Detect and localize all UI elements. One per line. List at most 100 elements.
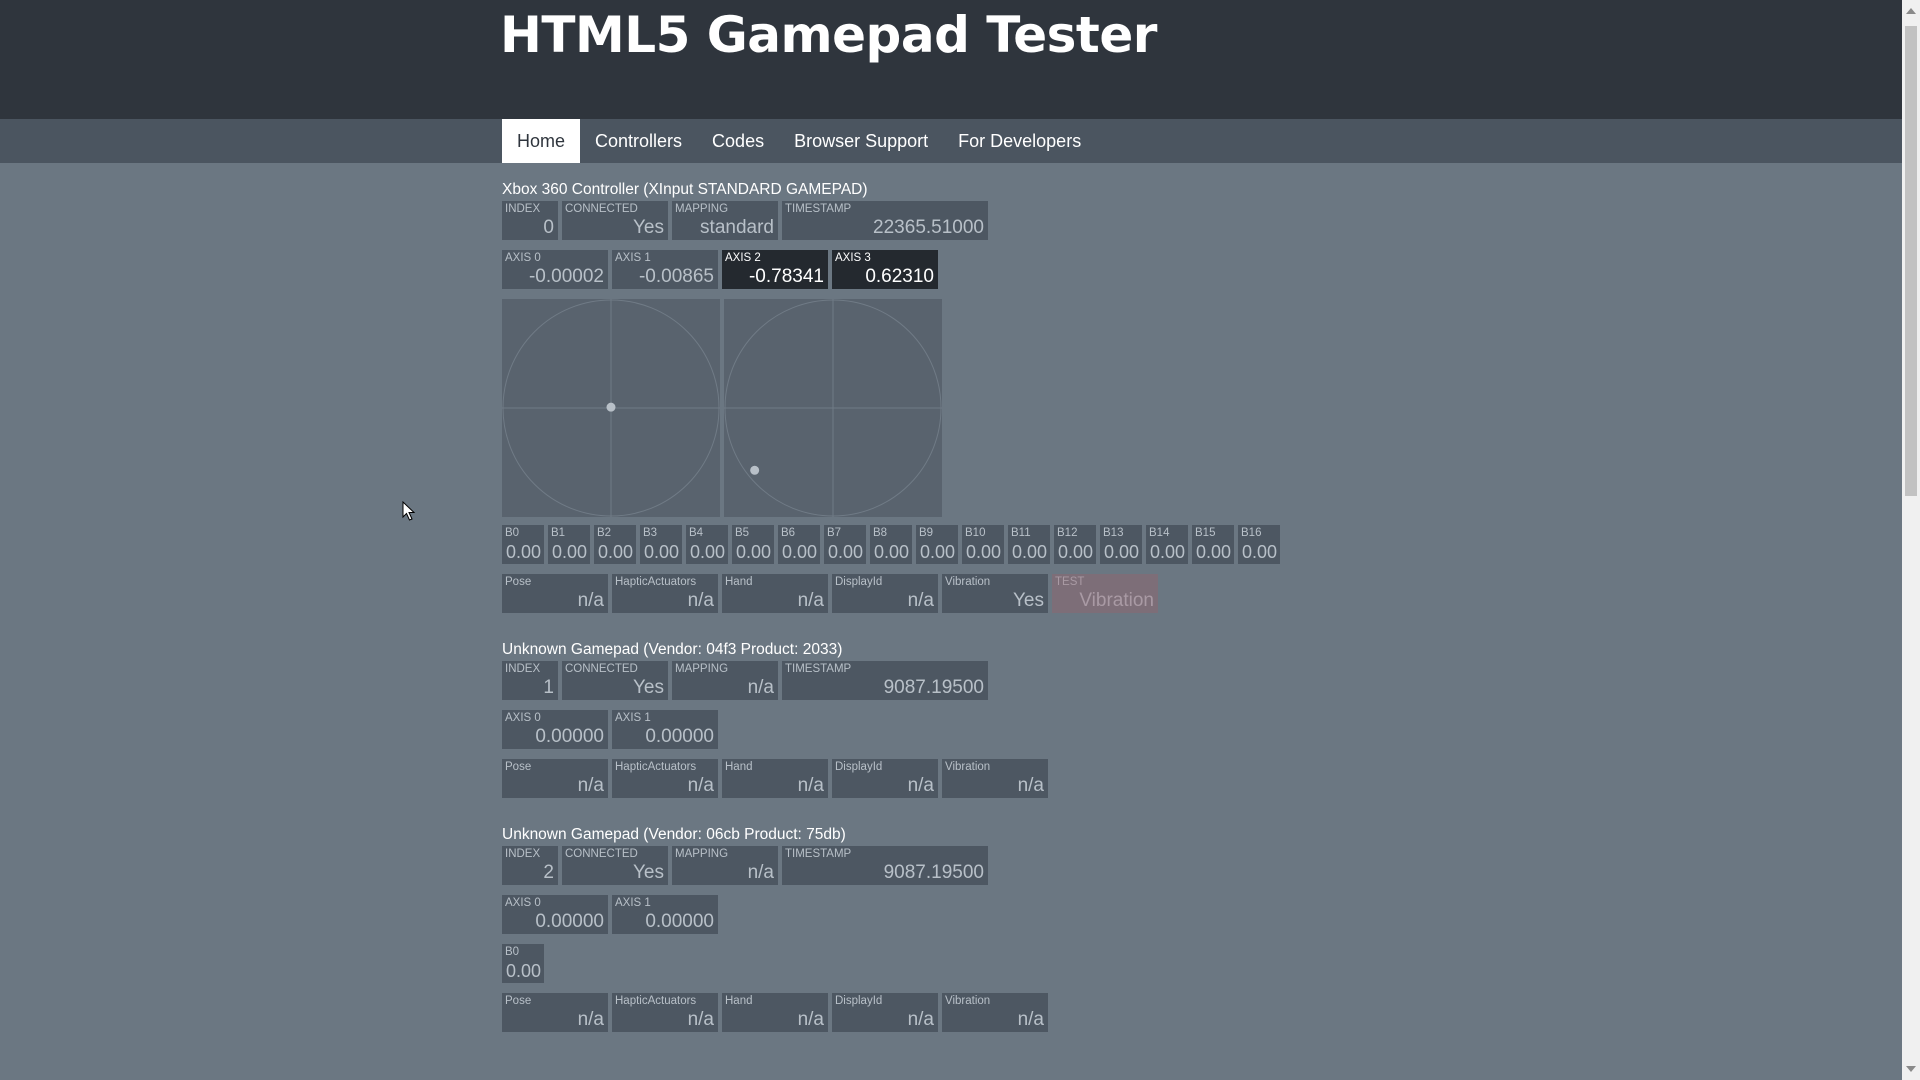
left-stick-display bbox=[502, 299, 720, 517]
cell-value: n/a bbox=[907, 1009, 934, 1030]
button-cell: B1 0.00 bbox=[548, 525, 590, 564]
cell-label: TIMESTAMP bbox=[785, 663, 852, 675]
button-cell: B8 0.00 bbox=[870, 525, 912, 564]
cell-label: MAPPING bbox=[675, 848, 729, 860]
cell-value: 0.00 bbox=[551, 542, 587, 562]
cell-value: n/a bbox=[687, 1009, 714, 1030]
cell-label: AXIS 2 bbox=[725, 252, 761, 264]
cell-value: 1 bbox=[543, 677, 554, 698]
cell-value: 0.00000 bbox=[645, 911, 714, 932]
button-cell: B9 0.00 bbox=[916, 525, 958, 564]
cell-label: B9 bbox=[919, 527, 934, 539]
mapping-cell: MAPPING n/a bbox=[672, 661, 778, 700]
cell-value: n/a bbox=[907, 590, 934, 611]
button-cell: B10 0.00 bbox=[962, 525, 1004, 564]
gamepad-info-row: INDEX 2 CONNECTED Yes MAPPING n/a TIMESTAMP… bbox=[502, 846, 1402, 885]
cell-value: n/a bbox=[687, 590, 714, 611]
cell-value: 0.00 bbox=[1149, 542, 1185, 562]
gamepad-panel: Unknown Gamepad (Vendor: 04f3 Product: 2… bbox=[502, 639, 1402, 798]
mapping-cell: MAPPING n/a bbox=[672, 846, 778, 885]
cell-value: 0.00 bbox=[1241, 542, 1277, 562]
gamepad-title: Unknown Gamepad (Vendor: 04f3 Product: 2… bbox=[502, 641, 843, 658]
cell-value: n/a bbox=[797, 1009, 824, 1030]
cell-value: n/a bbox=[747, 862, 774, 883]
cell-value: -0.00865 bbox=[638, 266, 714, 287]
cell-label: INDEX bbox=[505, 663, 541, 675]
haptic-actuators-cell: HapticActuators n/a bbox=[612, 759, 718, 798]
haptic-actuators-cell: HapticActuators n/a bbox=[612, 574, 718, 613]
cell-value: 0.00 bbox=[1057, 542, 1093, 562]
cell-label: B6 bbox=[781, 527, 796, 539]
pose-cell: Pose n/a bbox=[502, 574, 608, 613]
cell-value: Yes bbox=[633, 862, 664, 883]
main-nav: Home Controllers Codes Browser Support F… bbox=[0, 119, 1902, 163]
scroll-up-arrow-icon[interactable] bbox=[1906, 8, 1916, 14]
cell-label: B2 bbox=[597, 527, 612, 539]
right-stick-svg bbox=[724, 299, 942, 517]
gamepads-container: Xbox 360 Controller (XInput STANDARD GAM… bbox=[502, 179, 1402, 1058]
sticks-row bbox=[502, 299, 1402, 517]
axis-cell-active: AXIS 3 0.62310 bbox=[832, 250, 938, 289]
test-vibration-button[interactable]: TEST Vibration bbox=[1052, 574, 1158, 613]
cell-label: HapticActuators bbox=[615, 576, 697, 588]
cell-label: Hand bbox=[725, 576, 753, 588]
axis-cell: AXIS 1 0.00000 bbox=[612, 895, 718, 934]
button-cell: B3 0.00 bbox=[640, 525, 682, 564]
cell-label: Vibration bbox=[945, 995, 991, 1007]
vertical-scrollbar[interactable] bbox=[1902, 0, 1920, 1080]
cell-label: Vibration bbox=[945, 761, 991, 773]
nav-codes[interactable]: Codes bbox=[697, 119, 779, 163]
cell-value: 0.00000 bbox=[535, 911, 604, 932]
buttons-row: B0 0.00 bbox=[502, 944, 1402, 983]
cell-label: DisplayId bbox=[835, 761, 883, 773]
cell-label: HapticActuators bbox=[615, 995, 697, 1007]
cell-label: AXIS 3 bbox=[835, 252, 871, 264]
cell-label: B3 bbox=[643, 527, 658, 539]
connected-cell: CONNECTED Yes bbox=[562, 846, 668, 885]
cell-label: B10 bbox=[965, 527, 986, 539]
nav-for-developers[interactable]: For Developers bbox=[943, 119, 1096, 163]
haptic-actuators-cell: HapticActuators n/a bbox=[612, 993, 718, 1032]
button-cell: B12 0.00 bbox=[1054, 525, 1096, 564]
gamepad-title: Unknown Gamepad (Vendor: 06cb Product: 7… bbox=[502, 826, 846, 843]
nav-controllers[interactable]: Controllers bbox=[580, 119, 697, 163]
cell-value: n/a bbox=[577, 590, 604, 611]
vibration-cell: Vibration n/a bbox=[942, 759, 1048, 798]
axis-cell: AXIS 0 0.00000 bbox=[502, 710, 608, 749]
cell-value: 0.00 bbox=[1103, 542, 1139, 562]
cell-value: Vibration bbox=[1079, 590, 1154, 611]
cell-label: AXIS 0 bbox=[505, 897, 541, 909]
cell-label: AXIS 0 bbox=[505, 712, 541, 724]
cell-value: 0.00 bbox=[781, 542, 817, 562]
scroll-down-arrow-icon[interactable] bbox=[1906, 1066, 1916, 1072]
cell-label: B12 bbox=[1057, 527, 1078, 539]
cell-label: B5 bbox=[735, 527, 750, 539]
timestamp-cell: TIMESTAMP 22365.51000 bbox=[782, 201, 988, 240]
display-id-cell: DisplayId n/a bbox=[832, 574, 938, 613]
nav-browser-support[interactable]: Browser Support bbox=[779, 119, 943, 163]
cell-label: AXIS 1 bbox=[615, 252, 651, 264]
cell-label: Hand bbox=[725, 995, 753, 1007]
cell-label: B7 bbox=[827, 527, 842, 539]
cell-value: 0.00 bbox=[965, 542, 1001, 562]
display-id-cell: DisplayId n/a bbox=[832, 759, 938, 798]
scrollbar-thumb[interactable] bbox=[1905, 26, 1917, 496]
cell-value: 0.00 bbox=[689, 542, 725, 562]
cell-label: Pose bbox=[505, 576, 532, 588]
cell-value: 22365.51000 bbox=[873, 217, 984, 238]
button-cell: B16 0.00 bbox=[1238, 525, 1280, 564]
nav-home[interactable]: Home bbox=[502, 119, 581, 163]
axis-cell: AXIS 0 0.00000 bbox=[502, 895, 608, 934]
axes-row: AXIS 0 -0.00002 AXIS 1 -0.00865 AXIS 2 -0.7… bbox=[502, 250, 1402, 289]
site-header: HTML5 Gamepad Tester bbox=[0, 0, 1902, 119]
cell-value: standard bbox=[700, 217, 774, 238]
cell-label: MAPPING bbox=[675, 203, 729, 215]
cell-label: MAPPING bbox=[675, 663, 729, 675]
cell-label: INDEX bbox=[505, 848, 541, 860]
cell-label: Vibration bbox=[945, 576, 991, 588]
axis-cell: AXIS 0 -0.00002 bbox=[502, 250, 608, 289]
cell-value: 0.00 bbox=[505, 542, 541, 562]
hand-cell: Hand n/a bbox=[722, 759, 828, 798]
stick-position-dot bbox=[750, 465, 760, 475]
cell-value: 2 bbox=[543, 862, 554, 883]
